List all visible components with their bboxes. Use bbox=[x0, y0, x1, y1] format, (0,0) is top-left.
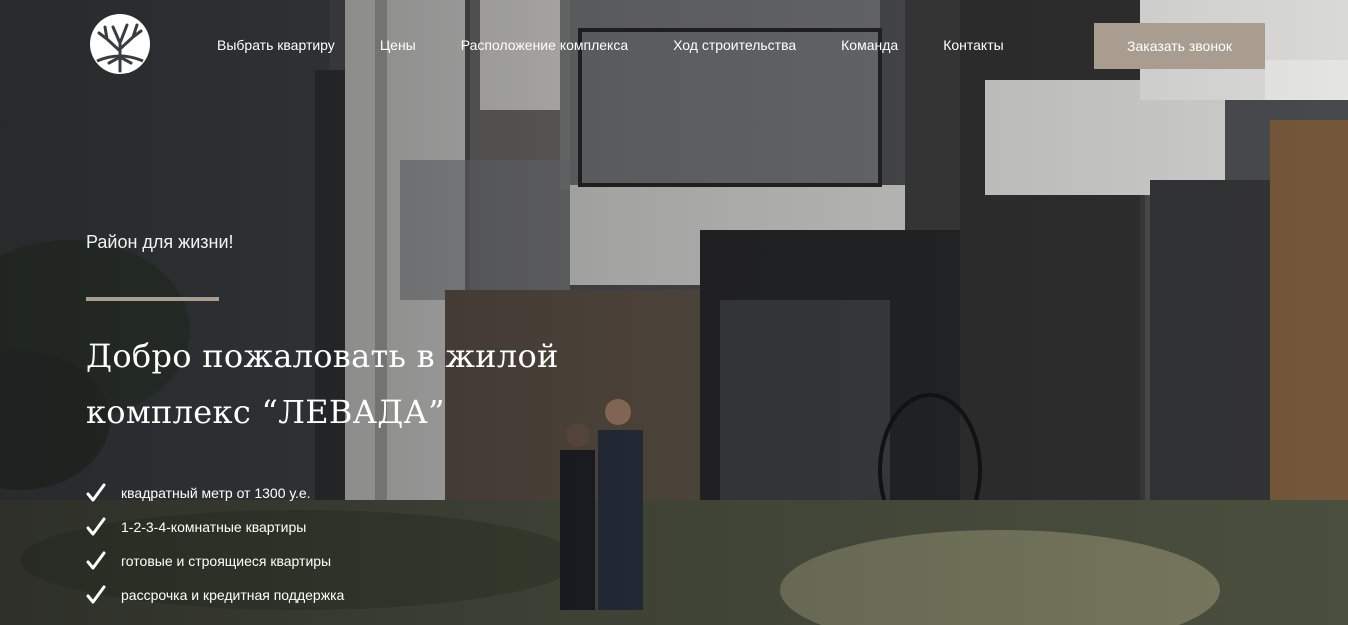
checkmark-icon bbox=[86, 551, 106, 571]
feature-list: квадратный метр от 1300 у.е. 1-2-3-4-ком… bbox=[86, 476, 726, 612]
hero-kicker: Район для жизни! bbox=[86, 232, 234, 252]
feature-text: квадратный метр от 1300 у.е. bbox=[121, 485, 311, 501]
request-call-button[interactable]: Заказать звонок bbox=[1094, 23, 1265, 69]
feature-text: рассрочка и кредитная поддержка bbox=[121, 587, 345, 603]
hero-section: Выбрать квартиру Цены Расположение компл… bbox=[0, 0, 1348, 625]
nav-item-choose-apartment[interactable]: Выбрать квартиру bbox=[217, 37, 335, 53]
list-item: 1-2-3-4-комнатные квартиры bbox=[86, 510, 726, 544]
nav-item-contacts[interactable]: Контакты bbox=[943, 37, 1003, 53]
nav-item-construction[interactable]: Ход строительства bbox=[673, 37, 796, 53]
accent-divider bbox=[86, 297, 219, 301]
list-item: квадратный метр от 1300 у.е. bbox=[86, 476, 726, 510]
site-header: Выбрать квартиру Цены Расположение компл… bbox=[0, 0, 1348, 90]
list-item: рассрочка и кредитная поддержка bbox=[86, 578, 726, 612]
nav-item-location[interactable]: Расположение комплекса bbox=[461, 37, 628, 53]
nav-item-team[interactable]: Команда bbox=[841, 37, 898, 53]
hero-title-line1: Добро пожаловать в жилой bbox=[86, 337, 559, 375]
checkmark-icon bbox=[86, 517, 106, 537]
feature-text: 1-2-3-4-комнатные квартиры bbox=[121, 519, 307, 535]
checkmark-icon bbox=[86, 483, 106, 503]
feature-text: готовые и строящиеся квартиры bbox=[121, 553, 332, 569]
hero-title: Добро пожаловать в жилой комплекс “ЛЕВАД… bbox=[86, 328, 726, 440]
main-nav: Выбрать квартиру Цены Расположение компл… bbox=[217, 37, 1004, 53]
tree-logo-icon[interactable] bbox=[85, 13, 155, 75]
nav-item-prices[interactable]: Цены bbox=[380, 37, 416, 53]
checkmark-icon bbox=[86, 585, 106, 605]
hero-content: Район для жизни! Добро пожаловать в жило… bbox=[86, 230, 726, 612]
list-item: готовые и строящиеся квартиры bbox=[86, 544, 726, 578]
hero-title-line2: комплекс “ЛЕВАДА” bbox=[86, 393, 445, 431]
